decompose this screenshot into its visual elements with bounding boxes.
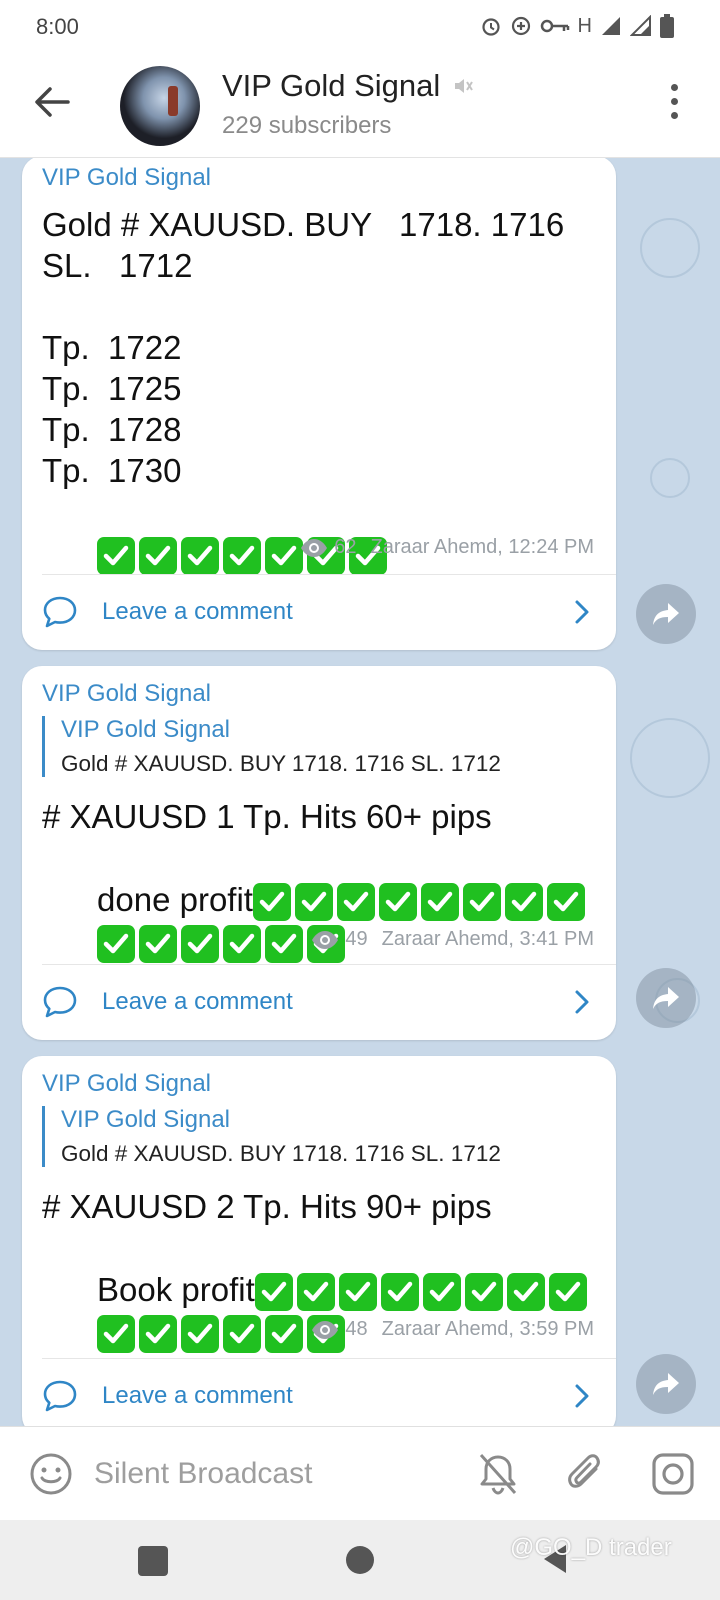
message-card[interactable]: VIP Gold Signal VIP Gold Signal Gold # X… xyxy=(22,666,616,1040)
check-mark-emoji xyxy=(181,925,220,964)
leave-comment-button[interactable]: Leave a comment xyxy=(42,1366,596,1426)
chevron-right-icon xyxy=(575,1384,589,1408)
check-emojis xyxy=(97,925,346,964)
background-doodle xyxy=(650,458,690,498)
forward-button[interactable] xyxy=(636,968,696,1028)
quote-text: Gold # XAUUSD. BUY 1718. 1716 SL. 1712 xyxy=(61,1141,501,1166)
check-mark-emoji xyxy=(265,537,304,576)
divider xyxy=(42,1358,616,1359)
comment-label: Leave a comment xyxy=(102,988,293,1015)
check-mark-emoji xyxy=(223,925,262,964)
message-meta: 49 Zaraar Ahemd, 3:41 PM xyxy=(311,928,594,951)
camera-icon[interactable] xyxy=(650,1451,696,1497)
message-card[interactable]: VIP Gold Signal VIP Gold Signal Gold # X… xyxy=(22,1056,616,1426)
check-mark-emoji xyxy=(97,1315,136,1354)
channel-title[interactable]: VIP Gold Signal xyxy=(222,68,474,104)
subscriber-count: 229 subscribers xyxy=(222,112,392,139)
attach-icon[interactable] xyxy=(566,1451,606,1497)
reply-quote[interactable]: VIP Gold Signal Gold # XAUUSD. BUY 1718.… xyxy=(42,1106,602,1167)
check-mark-emoji xyxy=(265,1315,304,1354)
check-emojis xyxy=(97,1315,346,1354)
view-count: 62 xyxy=(334,536,357,558)
forward-button[interactable] xyxy=(636,584,696,644)
share-arrow-icon xyxy=(653,1373,679,1395)
check-mark-emoji xyxy=(139,925,178,964)
mute-icon xyxy=(455,79,474,93)
check-mark-emoji xyxy=(97,537,136,576)
network-type-label: H xyxy=(577,14,592,37)
view-count: 49 xyxy=(345,928,368,950)
comment-label: Leave a comment xyxy=(102,1382,293,1409)
message-meta: 48 Zaraar Ahemd, 3:59 PM xyxy=(311,1318,594,1341)
message-text: Gold # XAUUSD. BUY 1718. 1716 SL. 1712 T… xyxy=(42,206,565,489)
alarm-icon xyxy=(481,18,500,36)
background-doodle xyxy=(640,218,700,278)
channel-avatar[interactable] xyxy=(120,66,200,146)
comment-bubble-icon xyxy=(43,596,77,628)
author-time: Zaraar Ahemd, 3:59 PM xyxy=(381,1318,594,1340)
reply-quote[interactable]: VIP Gold Signal Gold # XAUUSD. BUY 1718.… xyxy=(42,716,602,777)
quote-sender: VIP Gold Signal xyxy=(61,1106,230,1133)
recent-apps-button[interactable] xyxy=(138,1546,168,1576)
message-card[interactable]: VIP Gold Signal Gold # XAUUSD. BUY 1718.… xyxy=(22,158,616,650)
leave-comment-button[interactable]: Leave a comment xyxy=(42,582,596,642)
chat-header: VIP Gold Signal 229 subscribers xyxy=(0,52,720,158)
quote-sender: VIP Gold Signal xyxy=(61,716,230,743)
check-mark-emoji xyxy=(223,537,262,576)
forward-button[interactable] xyxy=(636,1354,696,1414)
check-mark-emoji xyxy=(265,925,304,964)
comment-bubble-icon xyxy=(43,986,77,1018)
message-sender: VIP Gold Signal xyxy=(42,680,211,707)
watermark-text: @GO_D trader xyxy=(510,1534,672,1561)
avatar-figure xyxy=(168,86,178,116)
comment-bubble-icon xyxy=(43,1380,77,1412)
channel-name: VIP Gold Signal xyxy=(222,68,441,103)
chat-area[interactable]: VIP Gold Signal Gold # XAUUSD. BUY 1718.… xyxy=(0,158,720,1426)
views-eye-icon xyxy=(312,1320,339,1339)
author-time: Zaraar Ahemd, 3:41 PM xyxy=(381,928,594,950)
view-count: 48 xyxy=(345,1318,368,1340)
check-mark-emoji xyxy=(139,1315,178,1354)
bell-off-icon[interactable] xyxy=(476,1451,520,1497)
quote-text: Gold # XAUUSD. BUY 1718. 1716 SL. 1712 xyxy=(61,751,501,776)
message-input[interactable]: Silent Broadcast xyxy=(94,1457,312,1491)
check-mark-emoji xyxy=(139,537,178,576)
author-time: Zaraar Ahemd, 12:24 PM xyxy=(370,536,594,558)
share-arrow-icon xyxy=(653,603,679,625)
views-eye-icon xyxy=(312,930,339,949)
data-saver-icon xyxy=(511,16,530,36)
vpn-key-icon xyxy=(540,19,569,33)
comment-label: Leave a comment xyxy=(102,598,293,625)
input-bar: Silent Broadcast xyxy=(0,1426,720,1520)
signal-icon xyxy=(602,17,620,35)
battery-icon xyxy=(660,14,674,38)
status-time: 8:00 xyxy=(36,14,79,39)
divider xyxy=(42,964,616,965)
check-mark-emoji xyxy=(181,1315,220,1354)
divider xyxy=(42,574,616,575)
status-icons: H xyxy=(480,14,674,38)
chevron-right-icon xyxy=(575,600,589,624)
status-bar: 8:00 H xyxy=(0,0,720,52)
message-sender: VIP Gold Signal xyxy=(42,164,211,191)
share-arrow-icon xyxy=(653,987,679,1009)
check-mark-emoji xyxy=(223,1315,262,1354)
background-doodle xyxy=(630,718,710,798)
message-text: # XAUUSD 2 Tp. Hits 90+ pips xyxy=(42,1188,492,1225)
check-mark-emoji xyxy=(181,537,220,576)
more-options-icon[interactable] xyxy=(668,84,680,124)
leave-comment-button[interactable]: Leave a comment xyxy=(42,972,596,1032)
home-button[interactable] xyxy=(346,1546,374,1574)
back-arrow-icon[interactable] xyxy=(30,80,74,124)
emoji-icon[interactable] xyxy=(28,1451,74,1497)
chevron-right-icon xyxy=(575,990,589,1014)
signal-icon xyxy=(630,15,651,36)
views-eye-icon xyxy=(301,538,328,557)
check-mark-emoji xyxy=(97,925,136,964)
message-sender: VIP Gold Signal xyxy=(42,1070,211,1097)
message-meta: 62 Zaraar Ahemd, 12:24 PM xyxy=(300,536,594,559)
message-text: # XAUUSD 1 Tp. Hits 60+ pips xyxy=(42,798,492,835)
